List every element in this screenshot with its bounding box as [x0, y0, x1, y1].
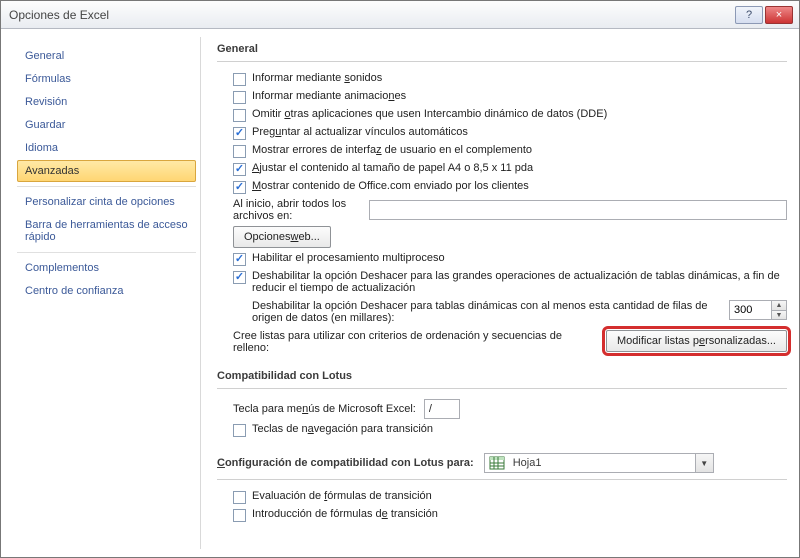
lotus-menu-key-label: Tecla para menús de Microsoft Excel:	[233, 403, 416, 415]
startup-files-row: Al inicio, abrir todos los archivos en:	[217, 196, 787, 224]
undo-rows-input[interactable]	[729, 300, 771, 320]
options-content: General Informar mediante sonidos Inform…	[201, 29, 799, 557]
sidebar-separator	[17, 186, 196, 187]
custom-lists-row: Cree listas para utilizar con criterios …	[217, 326, 787, 356]
opt-animations-label: Informar mediante animaciones	[252, 90, 787, 102]
sidebar-item-customize-ribbon[interactable]: Personalizar cinta de opciones	[17, 191, 196, 213]
opt-transition-eval[interactable]: Evaluación de fórmulas de transición	[217, 488, 787, 506]
opt-multiproc-label: Habilitar el procesamiento multiproceso	[252, 252, 787, 264]
opt-addin-errors[interactable]: Mostrar errores de interfaz de usuario e…	[217, 142, 787, 160]
opt-sounds-label: Informar mediante sonidos	[252, 72, 787, 84]
sidebar-item-language[interactable]: Idioma	[17, 137, 196, 159]
opt-animations[interactable]: Informar mediante animaciones	[217, 88, 787, 106]
opt-update-links[interactable]: Preguntar al actualizar vínculos automát…	[217, 124, 787, 142]
opt-sounds[interactable]: Informar mediante sonidos	[217, 70, 787, 88]
web-options-button[interactable]: Opciones web...	[233, 226, 331, 248]
sidebar-item-proofing[interactable]: Revisión	[17, 91, 196, 113]
sidebar-item-trust-center[interactable]: Centro de confianza	[17, 280, 196, 302]
sidebar-item-formulas[interactable]: Fórmulas	[17, 68, 196, 90]
edit-custom-lists-button[interactable]: Modificar listas personalizadas...	[606, 330, 787, 352]
group-lotus-for-title: Configuración de compatibilidad con Lotu…	[217, 449, 787, 480]
sidebar-item-general[interactable]: General	[17, 45, 196, 67]
sidebar-item-advanced[interactable]: Avanzadas	[17, 160, 196, 182]
opt-update-links-label: Preguntar al actualizar vínculos automát…	[252, 126, 787, 138]
close-button[interactable]: ×	[765, 6, 793, 24]
opt-lotus-nav[interactable]: Teclas de navegación para transición	[217, 421, 787, 439]
opt-addin-errors-label: Mostrar errores de interfaz de usuario e…	[252, 144, 787, 156]
dialog-body: General Fórmulas Revisión Guardar Idioma…	[1, 29, 799, 557]
lotus-menu-key-row: Tecla para menús de Microsoft Excel:	[217, 397, 787, 421]
sidebar-item-qat[interactable]: Barra de herramientas de acceso rápido	[17, 214, 196, 248]
custom-lists-label: Cree listas para utilizar con criterios …	[233, 330, 598, 354]
lotus-menu-key-input[interactable]	[424, 399, 460, 419]
sidebar-separator	[17, 252, 196, 253]
category-sidebar: General Fórmulas Revisión Guardar Idioma…	[9, 37, 201, 549]
spin-down-icon[interactable]: ▼	[772, 310, 786, 319]
undo-rows-row: Deshabilitar la opción Deshacer para tab…	[217, 296, 787, 326]
sidebar-item-addins[interactable]: Complementos	[17, 257, 196, 279]
startup-files-label: Al inicio, abrir todos los archivos en:	[233, 198, 361, 222]
sidebar-item-save[interactable]: Guardar	[17, 114, 196, 136]
opt-dde[interactable]: Omitir otras aplicaciones que usen Inter…	[217, 106, 787, 124]
checkbox-icon[interactable]	[233, 73, 246, 86]
lotus-sheet-value: Hoja1	[509, 457, 695, 469]
lotus-sheet-combo[interactable]: Hoja1 ▼	[484, 453, 714, 473]
group-general-title: General	[217, 39, 787, 62]
group-lotus-title: Compatibilidad con Lotus	[217, 366, 787, 389]
window-title: Opciones de Excel	[7, 8, 733, 22]
undo-rows-label: Deshabilitar la opción Deshacer para tab…	[233, 300, 721, 324]
checkbox-icon[interactable]	[233, 109, 246, 122]
checkbox-icon[interactable]	[233, 163, 246, 176]
opt-lotus-nav-label: Teclas de navegación para transición	[252, 423, 787, 435]
opt-dde-label: Omitir otras aplicaciones que usen Inter…	[252, 108, 787, 120]
chevron-down-icon[interactable]: ▼	[695, 454, 713, 472]
worksheet-icon	[489, 455, 505, 471]
checkbox-icon[interactable]	[233, 509, 246, 522]
opt-a4-scale-label: Ajustar el contenido al tamaño de papel …	[252, 162, 787, 174]
checkbox-icon[interactable]	[233, 181, 246, 194]
checkbox-icon[interactable]	[233, 91, 246, 104]
opt-officecom-label: Mostrar contenido de Office.com enviado …	[252, 180, 787, 192]
checkbox-icon[interactable]	[233, 253, 246, 266]
checkbox-icon[interactable]	[233, 424, 246, 437]
opt-officecom[interactable]: Mostrar contenido de Office.com enviado …	[217, 178, 787, 196]
spin-up-icon[interactable]: ▲	[772, 301, 786, 310]
checkbox-icon[interactable]	[233, 491, 246, 504]
checkbox-icon[interactable]	[233, 127, 246, 140]
titlebar: Opciones de Excel ? ×	[1, 1, 799, 29]
opt-transition-eval-label: Evaluación de fórmulas de transición	[252, 490, 787, 502]
opt-transition-entry[interactable]: Introducción de fórmulas de transición	[217, 506, 787, 524]
opt-transition-entry-label: Introducción de fórmulas de transición	[252, 508, 787, 520]
web-options-row: Opciones web...	[217, 224, 787, 250]
undo-rows-spin: ▲ ▼	[729, 300, 787, 320]
opt-multiproc[interactable]: Habilitar el procesamiento multiproceso	[217, 250, 787, 268]
help-button[interactable]: ?	[735, 6, 763, 24]
opt-undo-refresh-label: Deshabilitar la opción Deshacer para las…	[252, 270, 787, 294]
checkbox-icon[interactable]	[233, 271, 246, 284]
checkbox-icon[interactable]	[233, 145, 246, 158]
opt-a4-scale[interactable]: Ajustar el contenido al tamaño de papel …	[217, 160, 787, 178]
opt-undo-refresh[interactable]: Deshabilitar la opción Deshacer para las…	[217, 268, 787, 296]
startup-files-input[interactable]	[369, 200, 787, 220]
